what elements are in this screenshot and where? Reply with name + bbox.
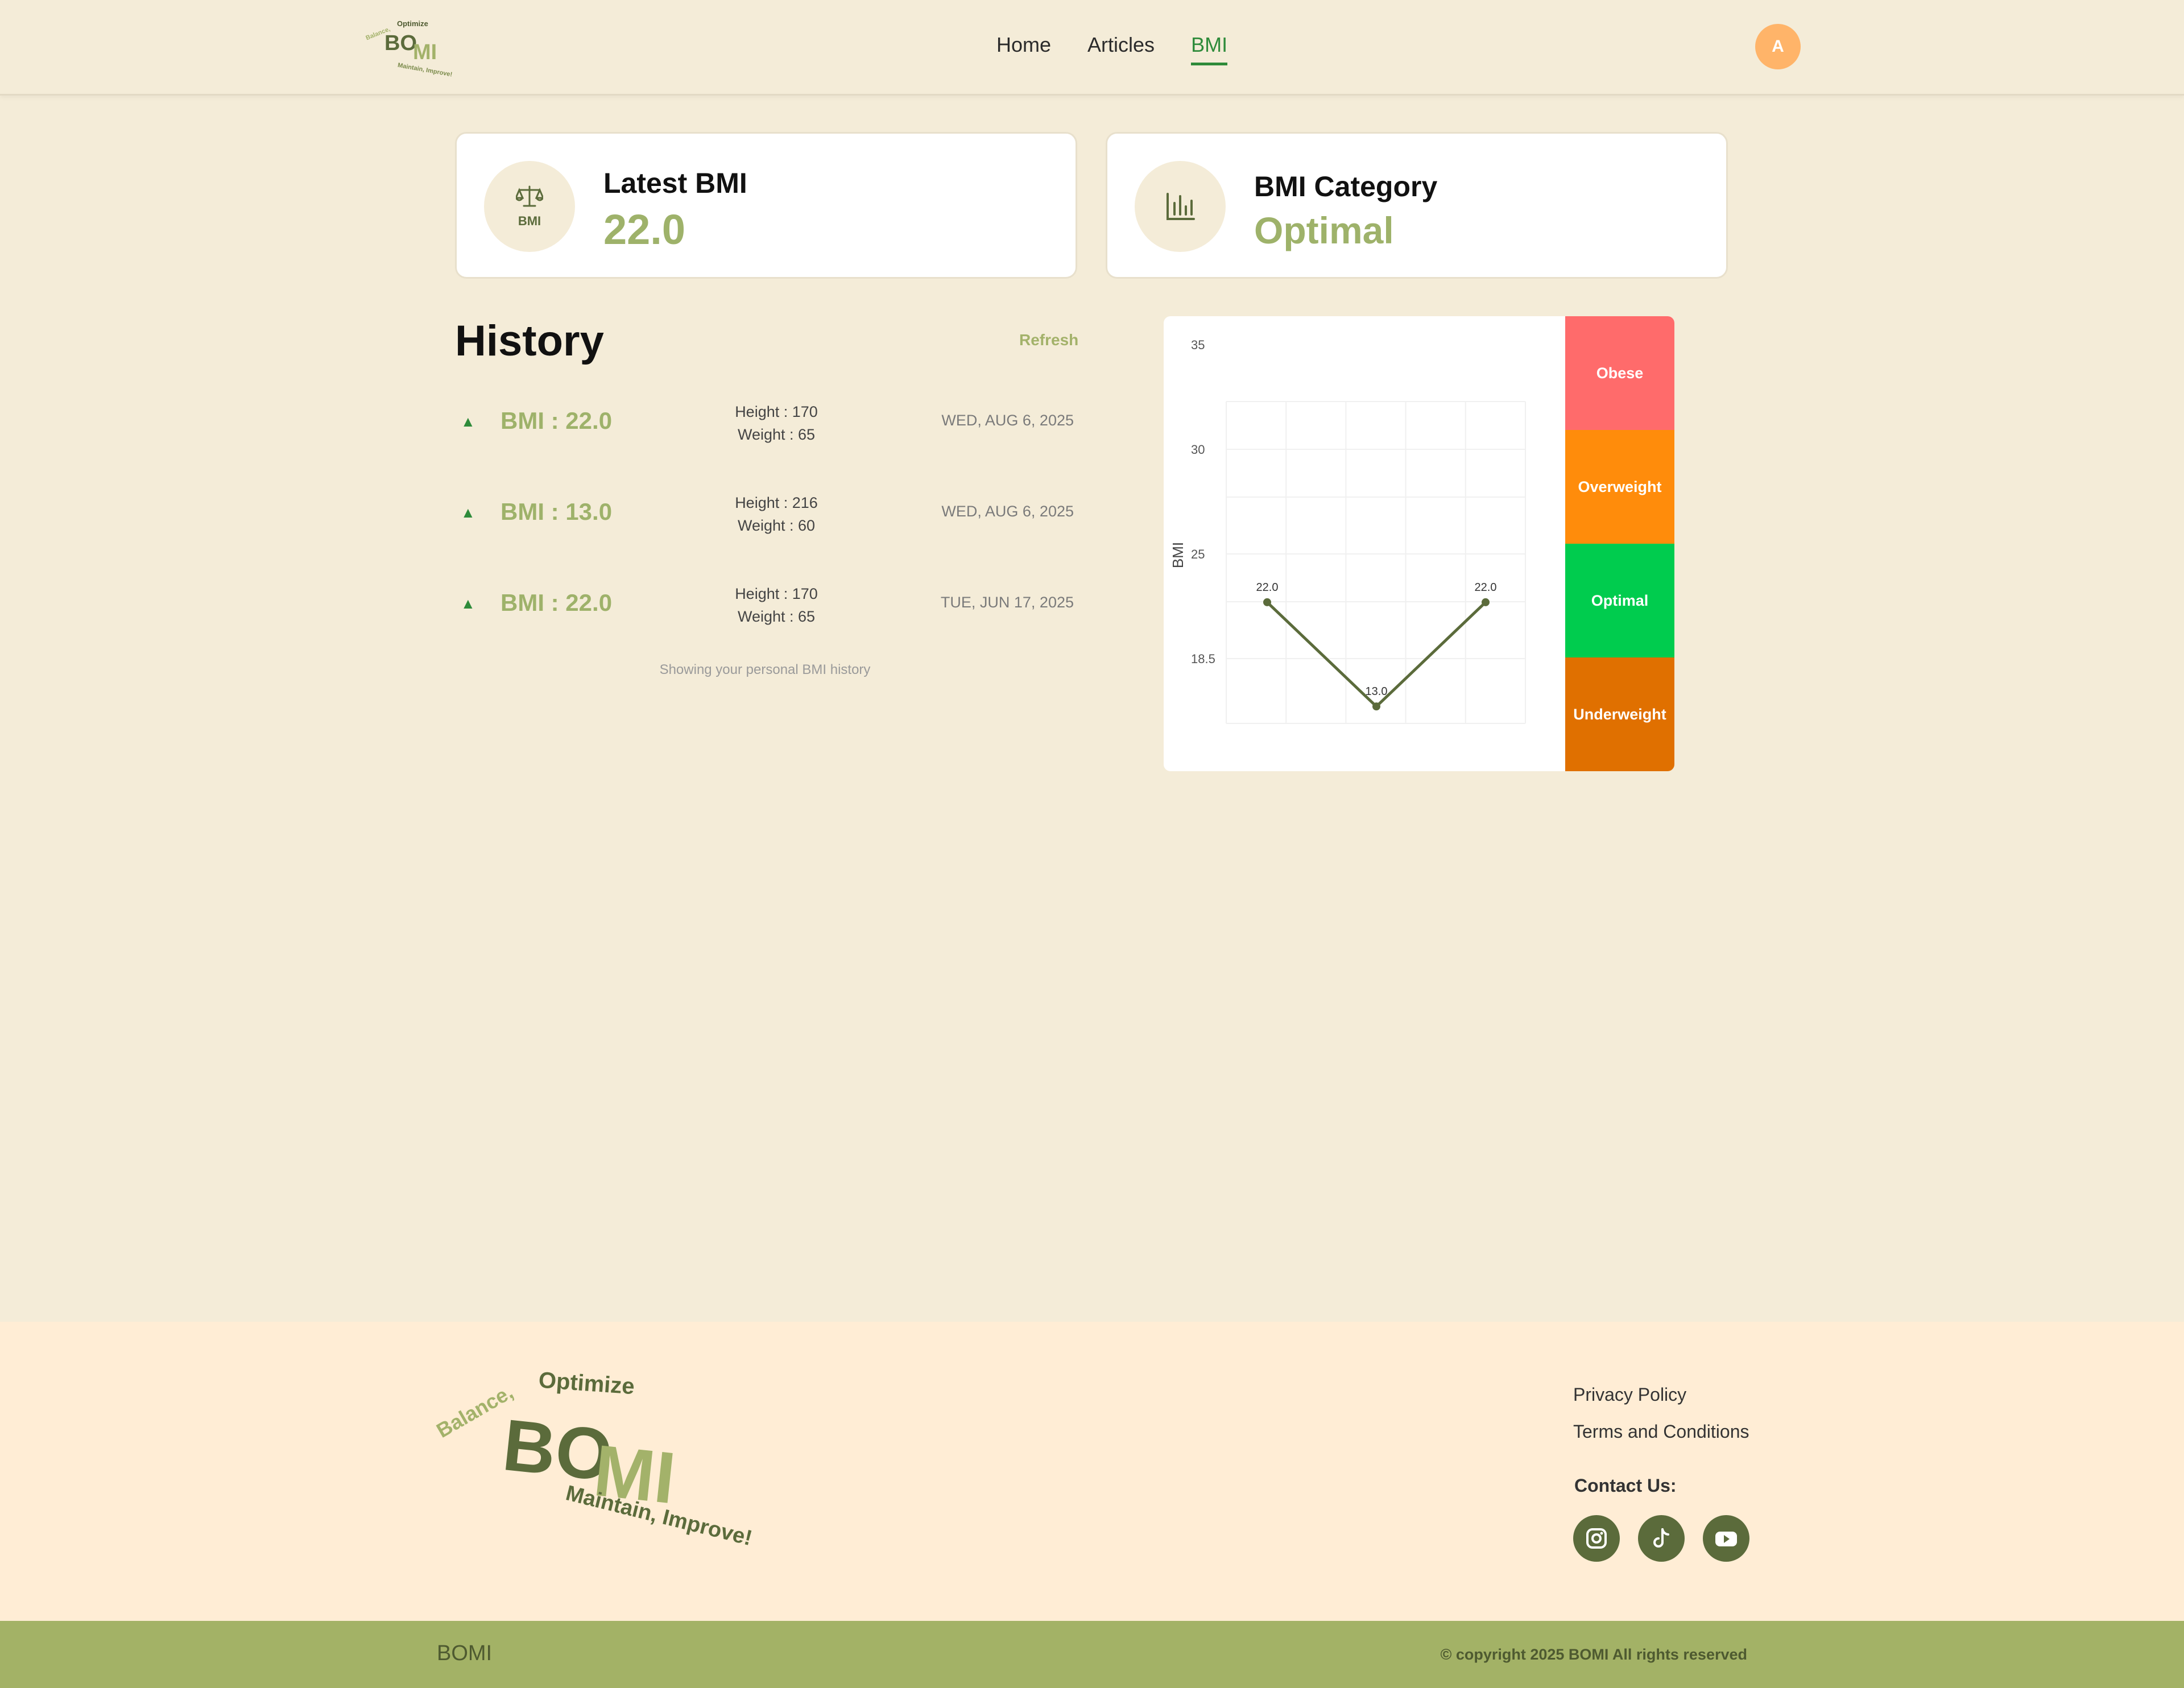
history-item[interactable]: ▲ BMI : 13.0 Height : 216 Weight : 60 WE… (455, 487, 1075, 549)
footer-logo[interactable]: Balance, Optimize BO MI Maintain, Improv… (432, 1362, 785, 1555)
history-height: Height : 216 (735, 494, 818, 511)
contact-label: Contact Us: (1574, 1475, 1677, 1496)
bmi-chart: 18.5 25 30 35 BMI 22.0 13.0 22.0 Obese Overweigh… (1164, 316, 1674, 771)
svg-text:Maintain, Improve!: Maintain, Improve! (397, 62, 453, 78)
nav-articles[interactable]: Articles (1087, 33, 1155, 65)
history-weight: Weight : 65 (737, 426, 816, 443)
history-date: WED, AUG 6, 2025 (941, 412, 1074, 429)
history-weight: Weight : 65 (737, 608, 816, 625)
bmi-category-card: BMI Category Optimal (1106, 132, 1728, 279)
history-bmi: BMI : 13.0 (500, 498, 613, 525)
bar-chart-icon (1167, 193, 1195, 220)
history-note: Showing your personal BMI history (659, 662, 871, 677)
refresh-button[interactable]: Refresh (1019, 331, 1078, 349)
copyright: © copyright 2025 BOMI All rights reserve… (1440, 1646, 1747, 1663)
terms-link[interactable]: Terms and Conditions (1573, 1421, 1749, 1442)
bmi-category-title: BMI Category (1254, 171, 1438, 202)
top-header: Balance, Optimize BO MI Maintain, Improv… (0, 0, 2184, 96)
latest-bmi-title: Latest BMI (603, 167, 747, 199)
youtube-icon[interactable] (1703, 1515, 1749, 1562)
bmi-category-value: Optimal (1254, 209, 1394, 251)
y-tick-label: 35 (1191, 338, 1205, 352)
avatar[interactable]: A (1755, 24, 1801, 69)
category-icon-circle (1135, 161, 1226, 252)
history-measurements: Height : 170 Weight : 65 (705, 400, 847, 446)
history-height: Height : 170 (735, 403, 818, 420)
footer: Balance, Optimize BO MI Maintain, Improv… (0, 1322, 2184, 1621)
history-measurements: Height : 216 Weight : 60 (705, 491, 847, 537)
main-nav: Home Articles BMI (996, 33, 1228, 65)
svg-text:MI: MI (413, 40, 437, 64)
y-axis-label: BMI (1169, 542, 1186, 568)
social-links (1573, 1515, 1749, 1562)
band-underweight: Underweight (1565, 657, 1674, 771)
nav-home[interactable]: Home (996, 33, 1051, 65)
svg-text:Optimize: Optimize (538, 1368, 636, 1400)
history-bmi: BMI : 22.0 (500, 589, 613, 616)
bottom-bar: BOMI © copyright 2025 BOMI All rights re… (0, 1621, 2184, 1688)
bmi-line-chart: 18.5 25 30 35 BMI 22.0 13.0 22.0 (1169, 338, 1526, 724)
history-title: History (455, 317, 604, 365)
history-item[interactable]: ▲ BMI : 22.0 Height : 170 Weight : 65 TU… (455, 578, 1075, 640)
history-bmi: BMI : 22.0 (500, 407, 613, 434)
band-obese: Obese (1565, 316, 1674, 430)
instagram-icon[interactable] (1573, 1515, 1620, 1562)
svg-text:Optimize: Optimize (397, 19, 428, 28)
latest-bmi-value: 22.0 (603, 206, 686, 253)
data-label: 22.0 (1475, 581, 1497, 594)
history-item[interactable]: ▲ BMI : 22.0 Height : 170 Weight : 65 WE… (455, 396, 1075, 458)
data-label: 13.0 (1366, 685, 1388, 698)
svg-text:BO: BO (384, 31, 417, 55)
nav-bmi[interactable]: BMI (1191, 33, 1228, 65)
history-measurements: Height : 170 Weight : 65 (705, 582, 847, 628)
history-weight: Weight : 60 (737, 517, 816, 534)
history-height: Height : 170 (735, 585, 818, 602)
data-point (1263, 598, 1271, 606)
band-overweight: Overweight (1565, 430, 1674, 544)
bmi-icon-label: BMI (518, 214, 541, 228)
scale-icon (516, 185, 543, 207)
arrow-up-icon: ▲ (461, 595, 475, 612)
tiktok-icon[interactable] (1638, 1515, 1685, 1562)
footer-links: Privacy Policy Terms and Conditions (1573, 1384, 1749, 1458)
data-label: 22.0 (1256, 581, 1279, 594)
arrow-up-icon: ▲ (461, 413, 475, 430)
history-date: WED, AUG 6, 2025 (941, 503, 1074, 520)
data-point (1372, 702, 1380, 711)
y-tick-label: 30 (1191, 442, 1205, 457)
y-tick-label: 18.5 (1191, 652, 1215, 666)
latest-bmi-card: BMI Latest BMI 22.0 (455, 132, 1077, 279)
bmi-category-bands: Obese Overweight Optimal Underweight (1565, 316, 1674, 771)
logo[interactable]: Balance, Optimize BO MI Maintain, Improv… (362, 16, 475, 78)
history-date: TUE, JUN 17, 2025 (940, 594, 1074, 611)
band-optimal: Optimal (1565, 544, 1674, 657)
arrow-up-icon: ▲ (461, 504, 475, 521)
bmi-icon-circle: BMI (484, 161, 575, 252)
privacy-policy-link[interactable]: Privacy Policy (1573, 1384, 1749, 1405)
data-point (1482, 598, 1490, 606)
footer-brand: BOMI (437, 1641, 493, 1665)
y-tick-label: 25 (1191, 547, 1205, 561)
